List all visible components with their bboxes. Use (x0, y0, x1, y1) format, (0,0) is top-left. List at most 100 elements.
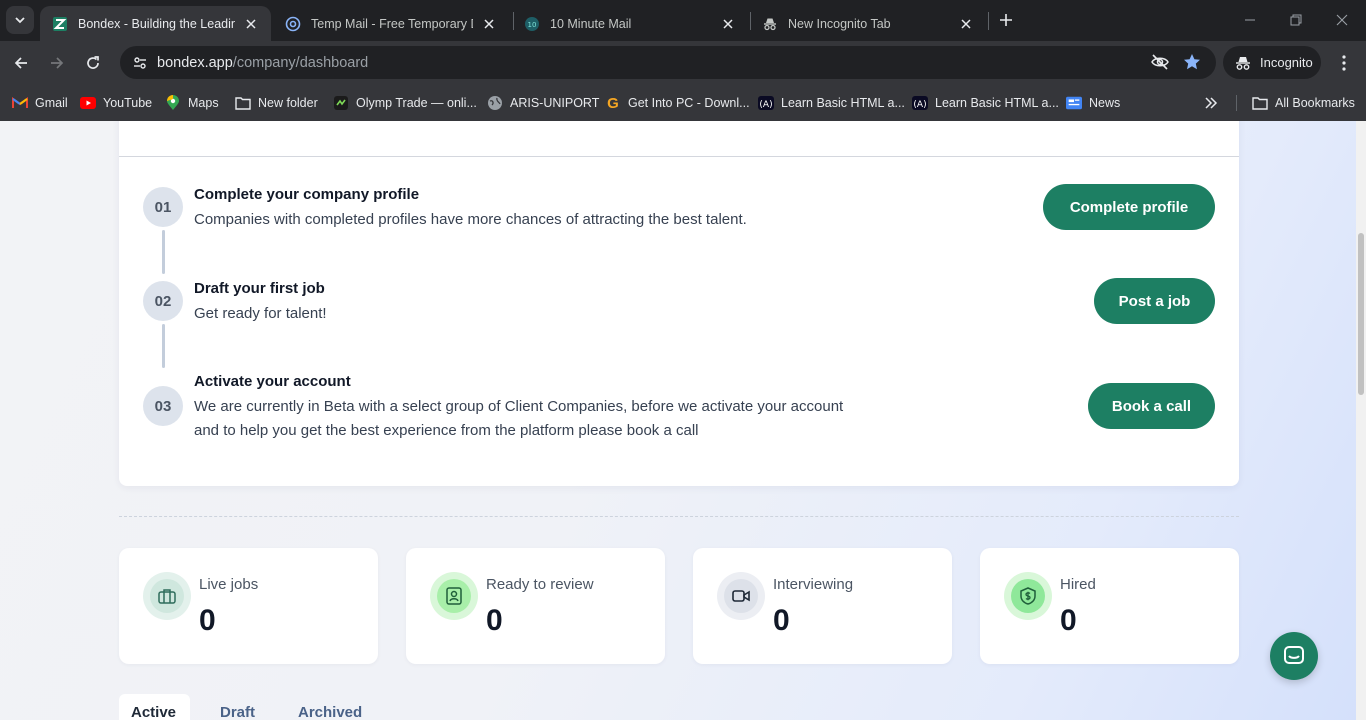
minimize-button[interactable] (1238, 8, 1262, 32)
browser-chrome: Bondex - Building the Leading W Temp Mai… (0, 0, 1366, 121)
close-icon[interactable] (720, 16, 736, 32)
more-vertical-icon (1342, 55, 1346, 71)
bookmark-label: Gmail (35, 96, 68, 110)
browser-tab-temp-mail[interactable]: Temp Mail - Free Temporary Dis (273, 6, 509, 41)
bookmark-get-into-pc[interactable]: G Get Into PC - Downl... (605, 93, 749, 113)
folder-icon (1252, 95, 1268, 111)
stat-card-hired[interactable]: Hired 0 (980, 548, 1239, 664)
stat-value: 0 (486, 604, 503, 637)
all-bookmarks-button[interactable]: All Bookmarks (1252, 93, 1355, 113)
star-icon[interactable] (1182, 52, 1202, 77)
globe-icon (487, 95, 503, 111)
minimize-icon (1245, 19, 1255, 21)
incognito-indicator[interactable]: Incognito (1223, 46, 1321, 79)
briefcase-icon (143, 572, 191, 620)
stat-label: Live jobs (199, 576, 259, 593)
close-icon[interactable] (243, 16, 259, 32)
bondex-icon (52, 16, 68, 32)
address-bar[interactable]: bondex.app/company/dashboard (120, 46, 1216, 79)
bookmark-label: Learn Basic HTML a... (781, 96, 905, 110)
chevron-down-icon (15, 17, 25, 24)
step-description: Companies with completed profiles have m… (194, 211, 747, 228)
reload-button[interactable] (80, 50, 106, 76)
svg-text:10: 10 (528, 21, 537, 29)
restore-button[interactable] (1284, 8, 1308, 32)
maps-icon (165, 95, 181, 111)
step-description: and to help you get the best experience … (194, 422, 699, 439)
page-scrollbar[interactable] (1356, 121, 1366, 720)
close-window-button[interactable] (1330, 8, 1354, 32)
tab-search-button[interactable] (6, 6, 34, 34)
bookmark-learn-html-2[interactable]: (A) Learn Basic HTML a... (912, 93, 1059, 113)
stat-card-ready-to-review[interactable]: Ready to review 0 (406, 548, 665, 664)
plus-icon (1000, 14, 1012, 26)
bookmark-new-folder[interactable]: New folder (235, 93, 318, 113)
g-icon: G (605, 95, 621, 111)
bookmark-youtube[interactable]: YouTube (80, 93, 152, 113)
close-icon (1336, 14, 1348, 26)
tab-active[interactable]: Active (119, 694, 190, 720)
section-divider (119, 516, 1239, 517)
bookmark-aris-uniport[interactable]: ARIS-UNIPORT (487, 93, 599, 113)
stat-label: Ready to review (486, 576, 594, 593)
arrow-right-icon (51, 57, 64, 69)
browser-menu-button[interactable] (1331, 50, 1357, 76)
tab-archived[interactable]: Archived (286, 694, 374, 720)
bookmark-learn-html-1[interactable]: (A) Learn Basic HTML a... (758, 93, 905, 113)
video-camera-icon (717, 572, 765, 620)
browser-tab-10-minute-mail[interactable]: 10 10 Minute Mail (512, 6, 748, 41)
step-description: Get ready for talent! (194, 305, 327, 322)
bookmarks-separator (1236, 95, 1237, 111)
chat-launcher-button[interactable] (1270, 632, 1318, 680)
stat-card-interviewing[interactable]: Interviewing 0 (693, 548, 952, 664)
tab-strip: Bondex - Building the Leading W Temp Mai… (0, 0, 1366, 41)
bookmark-label: Maps (188, 96, 219, 110)
step-title: Draft your first job (194, 280, 325, 297)
bookmark-label: YouTube (103, 96, 153, 110)
incognito-label: Incognito (1260, 55, 1313, 70)
bookmarks-bar: Gmail YouTube Maps New folder Olymp Trad… (0, 85, 1366, 121)
scrollbar-thumb[interactable] (1358, 233, 1364, 395)
stat-value: 0 (199, 604, 216, 637)
card-divider (119, 156, 1239, 157)
step-number: 03 (143, 386, 183, 426)
back-button[interactable] (8, 50, 34, 76)
more-bookmarks-button[interactable] (1202, 94, 1220, 112)
url-host: bondex.app (157, 54, 233, 71)
bookmark-maps[interactable]: Maps (165, 93, 219, 113)
chevron-double-right-icon (1205, 97, 1218, 109)
stat-label: Interviewing (773, 576, 854, 593)
bookmark-olymp-trade[interactable]: Olymp Trade — onli... (333, 93, 477, 113)
step-number: 02 (143, 281, 183, 321)
book-a-call-button[interactable]: Book a call (1088, 383, 1215, 429)
close-icon[interactable] (481, 16, 497, 32)
bookmark-label: Learn Basic HTML a... (935, 96, 1059, 110)
learn-html-icon: (A) (758, 95, 774, 111)
bookmark-label: New folder (258, 96, 318, 110)
eye-off-icon[interactable] (1150, 52, 1170, 77)
browser-toolbar: bondex.app/company/dashboard Incognito (0, 41, 1366, 85)
url-text: bondex.app/company/dashboard (157, 55, 368, 71)
stat-label: Hired (1060, 576, 1096, 593)
post-a-job-button[interactable]: Post a job (1094, 278, 1215, 324)
forward-button[interactable] (44, 50, 70, 76)
dashboard-page: 01 Complete your company profile Compani… (0, 121, 1366, 720)
close-icon[interactable] (958, 16, 974, 32)
stat-card-live-jobs[interactable]: Live jobs 0 (119, 548, 378, 664)
site-settings-icon[interactable] (130, 53, 150, 73)
complete-profile-button[interactable]: Complete profile (1043, 184, 1215, 230)
bookmark-gmail[interactable]: Gmail (12, 93, 68, 113)
browser-tab-new-incognito[interactable]: New Incognito Tab (750, 6, 986, 41)
tab-title: New Incognito Tab (788, 16, 891, 31)
svg-text:G: G (607, 95, 619, 111)
tab-draft[interactable]: Draft (208, 694, 267, 720)
gmail-icon (12, 95, 28, 111)
bookmark-news[interactable]: News (1066, 93, 1120, 113)
url-path: /company/dashboard (232, 54, 369, 71)
folder-icon (235, 95, 251, 111)
10-minute-mail-icon: 10 (524, 16, 540, 32)
new-tab-button[interactable] (994, 8, 1018, 32)
step-connector (162, 324, 165, 368)
browser-tab-bondex[interactable]: Bondex - Building the Leading W (40, 6, 271, 41)
svg-text:(A): (A) (759, 100, 772, 110)
